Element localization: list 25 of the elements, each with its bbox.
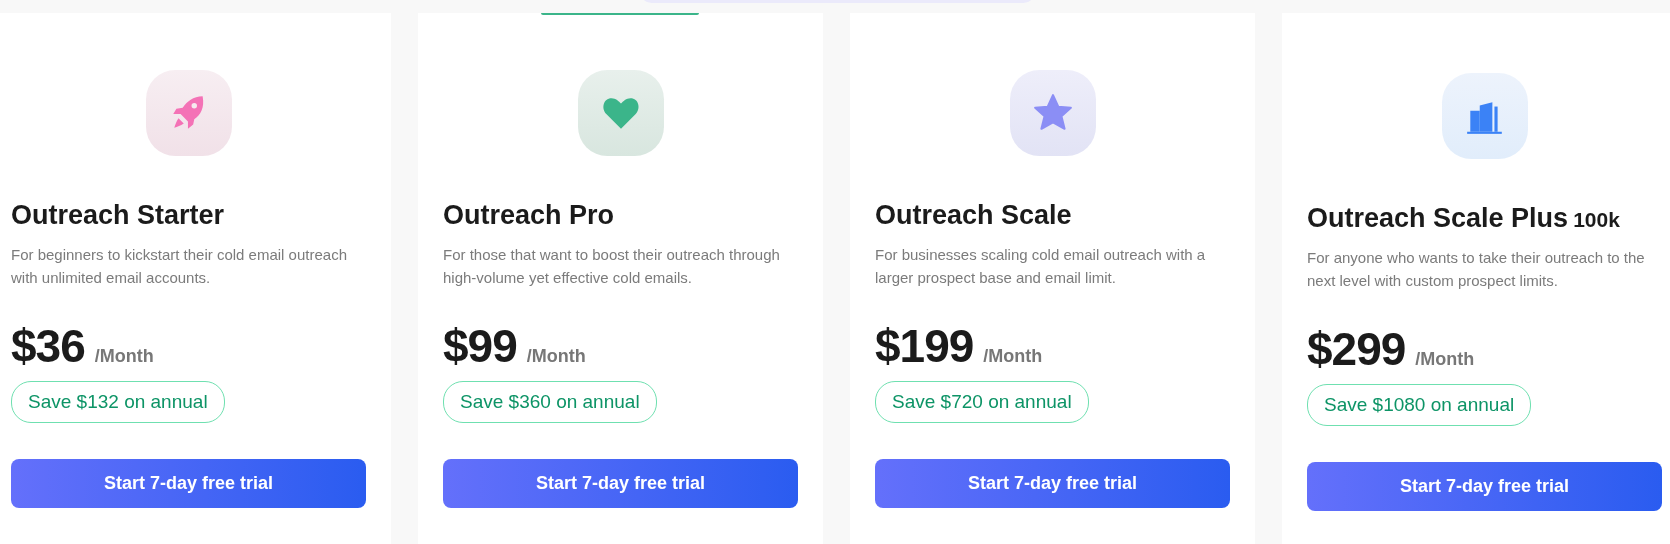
start-trial-button[interactable]: Start 7-day free trial bbox=[443, 459, 798, 508]
plan-price: $36 bbox=[11, 319, 85, 373]
plan-title: Outreach Pro bbox=[443, 200, 615, 231]
price-period: /Month bbox=[526, 346, 586, 367]
price-period: /Month bbox=[983, 346, 1043, 367]
start-trial-button[interactable]: Start 7-day free trial bbox=[1307, 462, 1662, 511]
plan-price: $299 bbox=[1307, 322, 1406, 376]
plan-description: For those that want to boost their outreach through high-volume yet effective cold emails. bbox=[443, 245, 781, 288]
price-period: /Month bbox=[94, 346, 154, 367]
plan-description: For businesses scaling cold email outreach with a larger prospect base and email limit. bbox=[875, 245, 1207, 288]
plan-description: For anyone who wants to take their outreach to the next level with custom prospect limits. bbox=[1307, 248, 1646, 291]
plan-description: For beginners to kickstart their cold email outreach with unlimited email accounts. bbox=[11, 245, 348, 288]
start-trial-button[interactable]: Start 7-day free trial bbox=[875, 459, 1230, 508]
tier-label: 100k bbox=[1573, 208, 1620, 232]
plan-title: Outreach Scale bbox=[875, 200, 1072, 231]
plan-price: $199 bbox=[875, 319, 974, 373]
savings-badge: Save $1080 on annual bbox=[1307, 384, 1532, 426]
price-period: /Month bbox=[1415, 349, 1475, 370]
plan-title: Outreach Scale Plus bbox=[1307, 203, 1569, 234]
start-trial-button[interactable]: Start 7-day free trial bbox=[11, 459, 366, 508]
plan-title: Outreach Starter bbox=[11, 200, 225, 231]
savings-badge: Save $720 on annual bbox=[875, 381, 1089, 423]
savings-badge: Save $132 on annual bbox=[11, 381, 225, 423]
savings-badge: Save $360 on annual bbox=[443, 381, 657, 423]
plan-price: $99 bbox=[443, 319, 517, 373]
